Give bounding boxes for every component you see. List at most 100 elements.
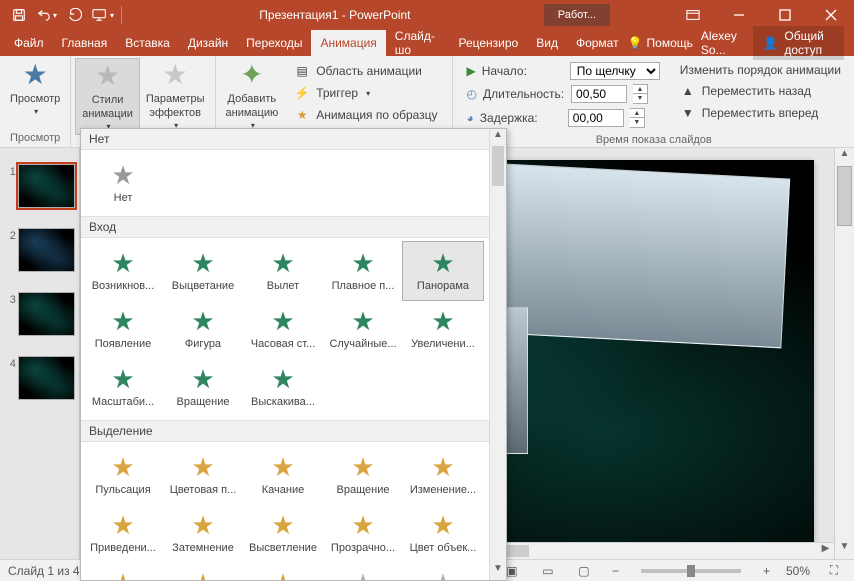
contextual-tab-label[interactable]: Работ... [544, 4, 610, 26]
scroll-up-button[interactable]: ▲ [490, 129, 506, 146]
gallery-item-emphasis[interactable]: ★Дополните... [83, 562, 163, 580]
trigger-button[interactable]: ⚡Триггер▾ [290, 83, 441, 103]
tab-file[interactable]: Файл [0, 30, 53, 56]
tab-transitions[interactable]: Переходы [237, 30, 311, 56]
scroll-up-button[interactable]: ▲ [835, 148, 854, 166]
chevron-down-icon: ▾ [34, 107, 38, 117]
gallery-item-entrance[interactable]: ★Случайные... [323, 300, 403, 358]
redo-button[interactable] [61, 0, 89, 30]
gallery-item-emphasis[interactable]: ★Прозрачно... [323, 504, 403, 562]
scroll-thumb[interactable] [492, 146, 504, 186]
star-icon: ★ [431, 570, 454, 580]
zoom-slider[interactable] [641, 569, 741, 573]
gallery-item-emphasis[interactable]: ★Цветовая п... [163, 446, 243, 504]
gallery-item-emphasis[interactable]: ★Качание [243, 446, 323, 504]
gallery-section-entrance: Вход [81, 216, 489, 238]
thumbnail-2[interactable]: 2 [4, 228, 75, 272]
thumbnail-3[interactable]: 3 [4, 292, 75, 336]
gallery-item-entrance[interactable]: ★Возникнов... [83, 242, 163, 300]
star-icon: ★ [111, 162, 134, 188]
tab-home[interactable]: Главная [53, 30, 117, 56]
gallery-item-emphasis[interactable]: ★Цвет текста [403, 562, 483, 580]
account-name[interactable]: Alexey So... [701, 29, 746, 57]
start-select[interactable]: По щелчку [570, 62, 660, 80]
gallery-item-entrance[interactable]: ★Часовая ст... [243, 300, 323, 358]
star-icon: ★ [271, 250, 294, 276]
add-animation-button[interactable]: ✦ Добавить анимацию▾ [220, 58, 285, 133]
gallery-item-entrance[interactable]: ★Панорама [403, 242, 483, 300]
duration-spinner[interactable]: ▲▼ [633, 84, 648, 104]
slideshow-view-button[interactable]: ▢ [572, 561, 596, 581]
star-icon: ★ [271, 570, 294, 580]
gallery-item-emphasis[interactable]: ★Приведени... [83, 504, 163, 562]
save-button[interactable] [5, 0, 33, 30]
zoom-level[interactable]: 50% [786, 564, 810, 578]
thumbnail-1[interactable]: 1★ [4, 164, 75, 208]
gallery-item-entrance[interactable]: ★Выскакива... [243, 358, 323, 416]
title-bar: ▾ ▾ Презентация1 - PowerPoint Работ... [0, 0, 854, 30]
gallery-item-none[interactable]: ★Нет [83, 154, 163, 212]
star-icon: ★ [111, 308, 134, 334]
move-earlier-button[interactable]: ▲Переместить назад [676, 81, 845, 101]
delay-input[interactable] [568, 109, 624, 127]
tab-animations[interactable]: Анимация [311, 30, 385, 56]
gallery-item-emphasis[interactable]: ★Цвет залив... [243, 562, 323, 580]
animation-styles-button[interactable]: ★ Стили анимации▾ [75, 58, 140, 135]
ribbon-options-button[interactable] [670, 0, 716, 30]
undo-button[interactable]: ▾ [33, 0, 61, 30]
share-button[interactable]: 👤Общий доступ [753, 26, 844, 60]
tell-me[interactable]: 💡Помощь [628, 36, 693, 50]
animation-pane-button[interactable]: ▤Область анимации [290, 61, 441, 81]
star-icon: ★ [111, 454, 134, 480]
gallery-item-entrance[interactable]: ★Вращение [163, 358, 243, 416]
start-slideshow-button[interactable]: ▾ [89, 0, 117, 30]
scroll-down-button[interactable]: ▼ [490, 563, 506, 580]
star-icon: ★ [191, 366, 214, 392]
thumbnail-4[interactable]: 4 [4, 356, 75, 400]
gallery-item-entrance[interactable]: ★Вылет [243, 242, 323, 300]
scroll-right-button[interactable]: ▶ [817, 543, 834, 559]
star-icon: ★ [431, 512, 454, 538]
tab-format[interactable]: Формат [567, 30, 628, 56]
star-icon: ★ [271, 366, 294, 392]
animation-painter-button[interactable]: ★Анимация по образцу [290, 105, 441, 125]
gallery-item-emphasis[interactable]: ★Цвет линии [163, 562, 243, 580]
effect-options-button[interactable]: ★ Параметры эффектов▾ [140, 58, 211, 133]
zoom-out-button[interactable]: − [608, 564, 623, 578]
fit-to-window-button[interactable]: ⛶ [822, 561, 846, 581]
gallery-item-entrance[interactable]: ★Масштаби... [83, 358, 163, 416]
tab-slideshow[interactable]: Слайд-шо [386, 30, 450, 56]
gallery-item-emphasis[interactable]: ★Вращение [323, 446, 403, 504]
gallery-item-emphasis[interactable]: ★Перекраш... [323, 562, 403, 580]
gallery-item-entrance[interactable]: ★Плавное п... [323, 242, 403, 300]
scroll-down-button[interactable]: ▼ [835, 541, 854, 559]
star-icon: ★ [191, 250, 214, 276]
pane-icon: ▤ [294, 63, 310, 79]
gallery-item-emphasis[interactable]: ★Затемнение [163, 504, 243, 562]
tab-design[interactable]: Дизайн [179, 30, 237, 56]
duration-input[interactable] [571, 85, 627, 103]
move-later-button[interactable]: ▼Переместить вперед [676, 103, 845, 123]
zoom-in-button[interactable]: + [759, 564, 774, 578]
gallery-item-entrance[interactable]: ★Выцветание [163, 242, 243, 300]
gallery-item-emphasis[interactable]: ★Цвет объек... [403, 504, 483, 562]
tab-insert[interactable]: Вставка [116, 30, 179, 56]
gallery-item-entrance[interactable]: ★Увеличени... [403, 300, 483, 358]
slide-indicator[interactable]: Слайд 1 из 4 [8, 564, 80, 578]
gallery-item-emphasis[interactable]: ★Пульсация [83, 446, 163, 504]
scroll-thumb[interactable] [837, 166, 852, 226]
delay-row: ◕ Задержка: ▲▼ [463, 107, 664, 129]
gallery-item-entrance[interactable]: ★Фигура [163, 300, 243, 358]
down-icon: ▼ [680, 105, 696, 121]
gallery-item-emphasis[interactable]: ★Изменение... [403, 446, 483, 504]
star-icon: ★ [191, 308, 214, 334]
vertical-scrollbar[interactable]: ▲ ▼ [834, 148, 854, 559]
reading-view-button[interactable]: ▭ [536, 561, 560, 581]
gallery-item-entrance[interactable]: ★Появление [83, 300, 163, 358]
gallery-item-emphasis[interactable]: ★Высветление [243, 504, 323, 562]
tab-review[interactable]: Рецензиро [449, 30, 527, 56]
preview-button[interactable]: ★ Просмотр ▾ [4, 58, 66, 119]
delay-spinner[interactable]: ▲▼ [630, 108, 645, 128]
gallery-scrollbar[interactable]: ▲ ▼ [489, 129, 506, 580]
tab-view[interactable]: Вид [527, 30, 567, 56]
